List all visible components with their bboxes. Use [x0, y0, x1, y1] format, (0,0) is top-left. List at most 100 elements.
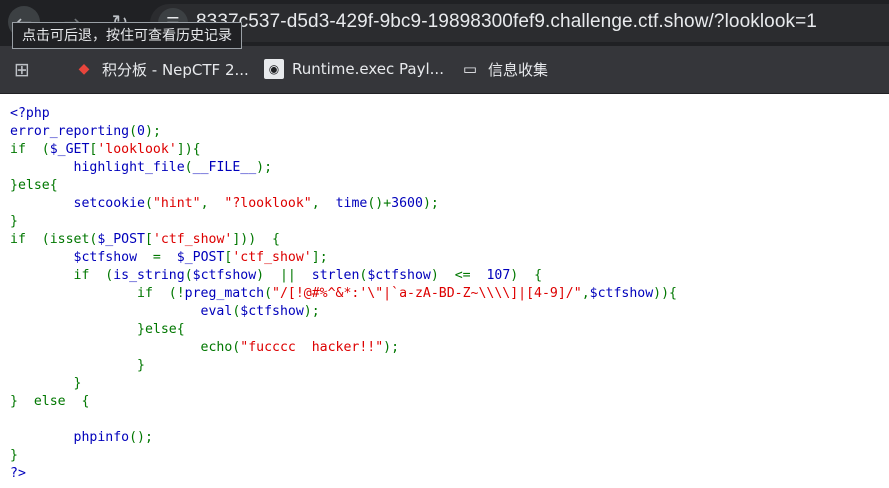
code-token: eval [10, 304, 233, 319]
folder-icon: ▭ [462, 60, 478, 78]
code-token: ) || [256, 268, 312, 283]
code-token: [ [144, 232, 153, 247]
code-token: ()+ [367, 196, 392, 211]
code-token: )){ [653, 286, 677, 301]
code-token: , [311, 196, 336, 211]
bookmark-label: 积分板 - NepCTF 2... [102, 60, 249, 79]
code-token: }else{ [10, 178, 58, 193]
bookmark-folder-info[interactable]: ▭ 信息收集 [460, 58, 548, 80]
code-line: } [10, 375, 880, 393]
code-token: $ctfshow [367, 268, 431, 283]
code-line: if (is_string($ctfshow) || strlen($ctfsh… [10, 267, 880, 285]
apps-grid-icon[interactable]: ⊞ [14, 60, 34, 80]
code-token: ); [422, 196, 439, 211]
code-token: ); [145, 124, 161, 139]
code-token: 107 [486, 268, 511, 283]
code-line: ?> [10, 465, 880, 483]
code-token: "/[!@#%^&*:'\"|`a-zA-BD-Z~\\\\]|[4-9]/" [272, 286, 582, 301]
code-token: 'ctf_show' [232, 250, 312, 265]
code-token: = [152, 250, 177, 265]
code-token: } [10, 448, 18, 463]
code-token: }else{ [10, 322, 185, 337]
code-token: ( [184, 160, 193, 175]
code-token: $_POST [176, 250, 225, 265]
code-line: } [10, 213, 880, 231]
code-token: $_GET [49, 142, 90, 157]
code-token: ]){ [176, 142, 201, 157]
code-line: } [10, 447, 880, 465]
code-line: }else{ [10, 177, 880, 195]
code-token: ]; [311, 250, 328, 265]
code-token: echo( [10, 340, 241, 355]
code-line: if (!preg_match("/[!@#%^&*:'\"|`a-zA-BD-… [10, 285, 880, 303]
code-token: ( [264, 286, 273, 301]
runtime-favicon-icon: ◉ [264, 59, 284, 79]
code-line: } else { [10, 393, 880, 411]
bookmark-runtime-exec[interactable]: ◉ Runtime.exec Payl... [264, 58, 444, 80]
code-line: if (isset($_POST['ctf_show'])) { [10, 231, 880, 249]
code-token: ); [256, 160, 273, 175]
code-token: ) { [510, 268, 543, 283]
code-token: ); [383, 340, 400, 355]
code-token: } [10, 214, 18, 229]
code-token: $ctfshow [192, 268, 257, 283]
code-token: ( [144, 196, 153, 211]
code-token: phpinfo [10, 430, 130, 445]
code-token: <?php [10, 106, 50, 121]
code-token: $ctfshow [589, 286, 654, 301]
back-button-tooltip: 点击可后退，按住可查看历史记录 [12, 22, 242, 49]
code-token: if (! [10, 286, 185, 301]
browser-chrome: ← → ↻ ☰ 8337c537-d5d3-429f-9bc9-19898300… [0, 0, 889, 94]
bookmark-nepctf[interactable]: ◆ 积分板 - NepCTF 2... [74, 58, 249, 80]
code-line: highlight_file(__FILE__); [10, 159, 880, 177]
code-token: 0 [137, 124, 145, 139]
code-token: ?> [10, 466, 26, 481]
code-line: if ($_GET['looklook']){ [10, 141, 880, 159]
code-line: echo("fucccc hacker!!"); [10, 339, 880, 357]
code-token: "hint" [152, 196, 201, 211]
code-token: $_POST [97, 232, 145, 247]
code-token: $ctfshow [10, 250, 153, 265]
bookmark-label: 信息收集 [488, 60, 549, 79]
code-token: $ctfshow [240, 304, 304, 319]
code-token: preg_match [184, 286, 265, 301]
code-token: __FILE__ [192, 160, 257, 175]
code-token: 3600 [391, 196, 423, 211]
code-token: is_string [113, 268, 185, 283]
code-line: setcookie("hint", "?looklook", time()+36… [10, 195, 880, 213]
url-text[interactable]: 8337c537-d5d3-429f-9bc9-19898300fef9.cha… [196, 11, 817, 33]
code-token: setcookie [10, 196, 145, 211]
bookmark-label: Runtime.exec Payl... [292, 60, 444, 78]
code-token: } [10, 358, 145, 373]
code-line: error_reporting(0); [10, 123, 880, 141]
code-token: if (isset( [10, 232, 98, 247]
code-line: }else{ [10, 321, 880, 339]
code-line: eval($ctfshow); [10, 303, 880, 321]
code-token: "?looklook" [224, 196, 312, 211]
code-token: if ( [10, 268, 114, 283]
code-token: ( [129, 124, 138, 139]
code-token: } [10, 376, 82, 391]
code-token: } else { [10, 394, 90, 409]
code-line: <?php [10, 105, 880, 123]
nep-logo-icon: ◆ [78, 61, 90, 77]
code-token: error_reporting [10, 124, 130, 139]
code-token: ) <= [430, 268, 487, 283]
code-token: strlen [311, 268, 360, 283]
code-line: phpinfo(); [10, 429, 880, 447]
code-token: ( [184, 268, 193, 283]
code-token: highlight_file [10, 160, 185, 175]
code-line: $ctfshow = $_POST['ctf_show']; [10, 249, 880, 267]
code-token: (); [129, 430, 153, 445]
code-token: ])) { [232, 232, 280, 247]
code-token: , [581, 286, 590, 301]
code-line: } [10, 357, 880, 375]
code-token: ); [303, 304, 320, 319]
code-token: if ( [10, 142, 50, 157]
php-source-code: <?php error_reporting(0); if ($_GET['lookl… [10, 105, 880, 483]
code-token: , [200, 196, 225, 211]
code-token: "fucccc hacker!!" [240, 340, 384, 355]
code-token: time [335, 196, 368, 211]
code-token: 'ctf_show' [152, 232, 233, 247]
